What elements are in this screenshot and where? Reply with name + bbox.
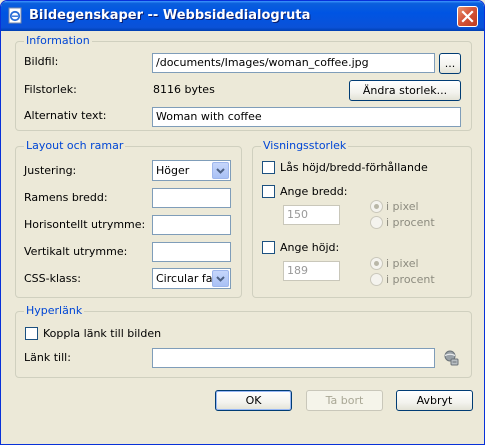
justering-label: Justering: xyxy=(24,164,77,177)
lock-ratio-checkbox[interactable] xyxy=(262,161,275,174)
link-image-checkbox[interactable] xyxy=(25,327,38,340)
link-image-label: Koppla länk till bilden xyxy=(43,327,162,340)
bildfil-input[interactable]: /documents/Images/woman_coffee.jpg xyxy=(152,53,435,73)
horiz-input[interactable] xyxy=(152,215,231,235)
ram-label: Ramens bredd: xyxy=(24,191,108,204)
lock-ratio-label: Lås höjd/bredd-förhållande xyxy=(280,161,428,174)
layout-legend: Layout och ramar xyxy=(24,139,126,152)
filstorlek-value: 8116 bytes xyxy=(153,83,215,96)
height-percent-label: i procent xyxy=(386,273,435,286)
hyperlink-group: Hyperlänk Koppla länk till bilden Länk t… xyxy=(15,304,472,378)
dialog-window: Bildegenskaper -- Webbsidedialogruta Inf… xyxy=(0,0,485,445)
bildfil-label: Bildfil: xyxy=(24,55,59,68)
hyperlink-legend: Hyperlänk xyxy=(24,304,85,317)
information-legend: Information xyxy=(24,34,92,47)
filstorlek-label: Filstorlek: xyxy=(24,83,77,96)
close-icon xyxy=(461,10,474,23)
ram-input[interactable] xyxy=(152,188,231,208)
information-group: Information Bildfil: /documents/Images/w… xyxy=(15,34,472,131)
title-bar[interactable]: Bildegenskaper -- Webbsidedialogruta xyxy=(1,1,484,31)
display-size-legend: Visningsstorlek xyxy=(261,139,349,152)
dialog-body: Information Bildfil: /documents/Images/w… xyxy=(4,31,481,442)
set-height-label: Ange höjd: xyxy=(280,241,340,254)
chevron-down-icon[interactable] xyxy=(212,270,229,287)
link-to-input[interactable] xyxy=(152,348,435,368)
resize-button[interactable]: Ändra storlek... xyxy=(349,80,461,101)
height-input[interactable]: 189 xyxy=(283,261,340,281)
ok-button[interactable]: OK xyxy=(215,390,292,411)
horiz-label: Horisontellt utrymme: xyxy=(24,218,146,231)
vert-label: Vertikalt utrymme: xyxy=(24,245,128,258)
set-height-checkbox[interactable] xyxy=(262,241,275,254)
height-pixel-label: i pixel xyxy=(386,257,419,270)
width-pixel-label: i pixel xyxy=(386,200,419,213)
width-percent-radio[interactable] xyxy=(370,216,383,229)
width-input[interactable]: 150 xyxy=(283,205,340,225)
width-percent-label: i procent xyxy=(386,216,435,229)
justering-select[interactable]: Höger xyxy=(152,160,231,181)
remove-button[interactable]: Ta bort xyxy=(306,390,383,411)
height-percent-radio[interactable] xyxy=(370,273,383,286)
set-width-label: Ange bredd: xyxy=(280,185,348,198)
alt-text-label: Alternativ text: xyxy=(24,109,107,122)
display-size-group: Visningsstorlek Lås höjd/bredd-förhållan… xyxy=(252,139,472,298)
close-button[interactable] xyxy=(457,6,478,27)
chevron-down-icon[interactable] xyxy=(212,162,229,179)
css-select[interactable]: Circular fade xyxy=(152,268,231,289)
link-browse-icon[interactable] xyxy=(442,349,460,367)
width-pixel-radio[interactable] xyxy=(370,200,383,213)
justering-value: Höger xyxy=(156,164,190,177)
browse-button[interactable]: ... xyxy=(439,53,461,74)
window-title: Bildegenskaper -- Webbsidedialogruta xyxy=(29,8,311,23)
vert-input[interactable] xyxy=(152,242,231,262)
layout-group: Layout och ramar Justering: Höger Ramens… xyxy=(15,139,242,298)
ie-page-icon xyxy=(8,7,22,24)
link-to-label: Länk till: xyxy=(24,351,71,364)
height-pixel-radio[interactable] xyxy=(370,257,383,270)
set-width-checkbox[interactable] xyxy=(262,185,275,198)
css-label: CSS-klass: xyxy=(24,272,81,285)
css-value: Circular fade xyxy=(156,272,216,285)
cancel-button[interactable]: Avbryt xyxy=(396,390,473,411)
alt-text-input[interactable]: Woman with coffee xyxy=(152,107,461,127)
